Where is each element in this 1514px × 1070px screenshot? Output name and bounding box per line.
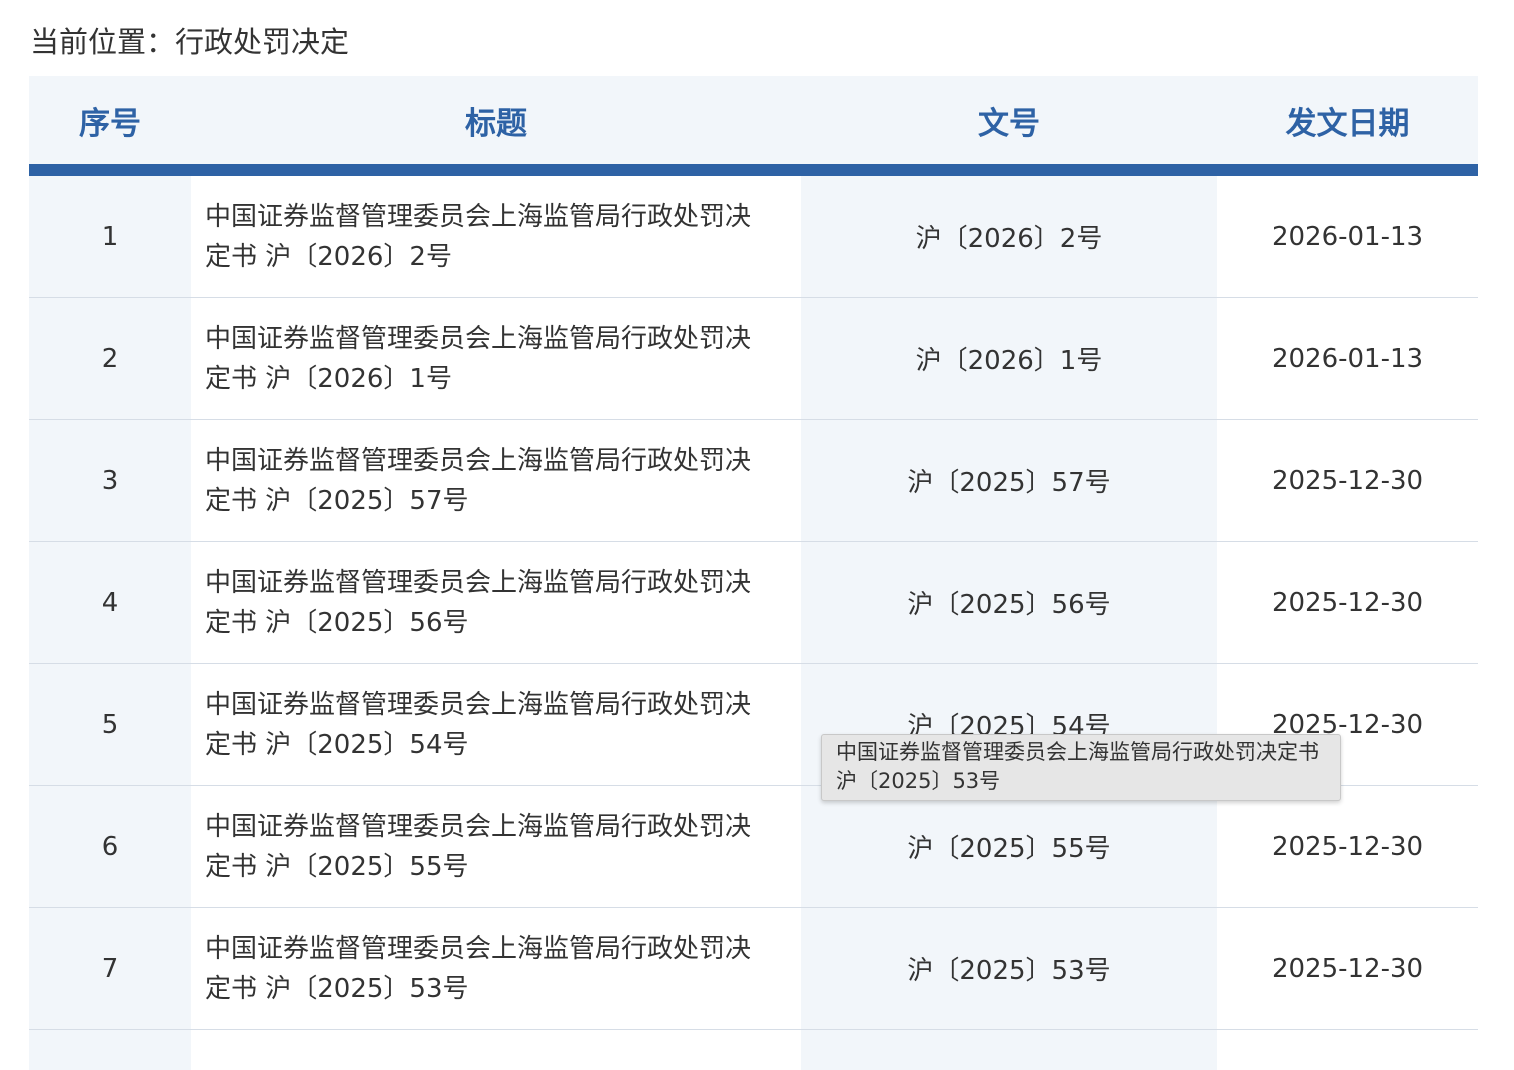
row-index [29,1030,191,1070]
row-doc-no: 沪〔2026〕2号 [801,176,1217,297]
row-date: 2026-01-13 [1217,298,1478,419]
table-header: 序号 标题 文号 发文日期 [29,76,1478,176]
penalty-decision-table: 序号 标题 文号 发文日期 1 中国证券监督管理委员会上海监管局行政处罚决定书 … [29,76,1478,1070]
row-title-text[interactable]: 中国证券监督管理委员会上海监管局行政处罚决定书 沪〔2025〕57号 [205,441,775,521]
row-doc-no [801,1030,1217,1070]
row-doc-no: 沪〔2025〕57号 [801,420,1217,541]
row-title-text[interactable]: 中国证券监督管理委员会上海监管局行政处罚决定书 沪〔2025〕54号 [205,685,775,765]
row-title-text[interactable]: 中国证券监督管理委员会上海监管局行政处罚决定书 沪〔2025〕53号 [205,929,775,1009]
row-title-link[interactable]: 中国证券监督管理委员会上海监管局行政处罚决定书 沪〔2025〕55号 [191,786,801,907]
row-title-link[interactable] [191,1030,801,1070]
row-doc-no: 沪〔2026〕1号 [801,298,1217,419]
row-title-text[interactable]: 中国证券监督管理委员会上海监管局行政处罚决定书 沪〔2026〕2号 [205,197,775,277]
table-row: 7 中国证券监督管理委员会上海监管局行政处罚决定书 沪〔2025〕53号 沪〔2… [29,908,1478,1030]
row-index: 6 [29,786,191,907]
table-row: 1 中国证券监督管理委员会上海监管局行政处罚决定书 沪〔2026〕2号 沪〔20… [29,176,1478,298]
row-index: 1 [29,176,191,297]
row-title-text[interactable]: 中国证券监督管理委员会上海监管局行政处罚决定书 沪〔2025〕56号 [205,563,775,643]
table-row: 4 中国证券监督管理委员会上海监管局行政处罚决定书 沪〔2025〕56号 沪〔2… [29,542,1478,664]
row-date: 2025-12-30 [1217,542,1478,663]
table-row: 3 中国证券监督管理委员会上海监管局行政处罚决定书 沪〔2025〕57号 沪〔2… [29,420,1478,542]
row-title-link[interactable]: 中国证券监督管理委员会上海监管局行政处罚决定书 沪〔2025〕53号 [191,908,801,1029]
breadcrumb: 当前位置：行政处罚决定 [30,25,350,59]
row-index: 2 [29,298,191,419]
header-date: 发文日期 [1285,105,1410,142]
row-index: 4 [29,542,191,663]
row-title-text[interactable]: 中国证券监督管理委员会上海监管局行政处罚决定书 沪〔2025〕55号 [205,807,775,887]
row-index: 5 [29,664,191,785]
row-title-link[interactable]: 中国证券监督管理委员会上海监管局行政处罚决定书 沪〔2025〕57号 [191,420,801,541]
header-index: 序号 [79,105,141,142]
row-title-link[interactable]: 中国证券监督管理委员会上海监管局行政处罚决定书 沪〔2026〕1号 [191,298,801,419]
header-doc-no: 文号 [978,105,1040,142]
row-title-link[interactable]: 中国证券监督管理委员会上海监管局行政处罚决定书 沪〔2026〕2号 [191,176,801,297]
table-row-partial [29,1030,1478,1070]
row-title-text[interactable]: 中国证券监督管理委员会上海监管局行政处罚决定书 沪〔2026〕1号 [205,319,775,399]
row-index: 3 [29,420,191,541]
row-date: 2025-12-30 [1217,420,1478,541]
table-row: 2 中国证券监督管理委员会上海监管局行政处罚决定书 沪〔2026〕1号 沪〔20… [29,298,1478,420]
row-doc-no: 沪〔2025〕55号 [801,786,1217,907]
row-doc-no: 沪〔2025〕53号 [801,908,1217,1029]
title-tooltip: 中国证券监督管理委员会上海监管局行政处罚决定书 沪〔2025〕53号 [821,734,1341,801]
table-row: 6 中国证券监督管理委员会上海监管局行政处罚决定书 沪〔2025〕55号 沪〔2… [29,786,1478,908]
row-title-link[interactable]: 中国证券监督管理委员会上海监管局行政处罚决定书 沪〔2025〕54号 [191,664,801,785]
row-date [1217,1030,1478,1070]
row-date: 2025-12-30 [1217,786,1478,907]
row-date: 2026-01-13 [1217,176,1478,297]
row-date: 2025-12-30 [1217,908,1478,1029]
row-title-link[interactable]: 中国证券监督管理委员会上海监管局行政处罚决定书 沪〔2025〕56号 [191,542,801,663]
row-index: 7 [29,908,191,1029]
row-doc-no: 沪〔2025〕56号 [801,542,1217,663]
header-title: 标题 [465,105,527,142]
